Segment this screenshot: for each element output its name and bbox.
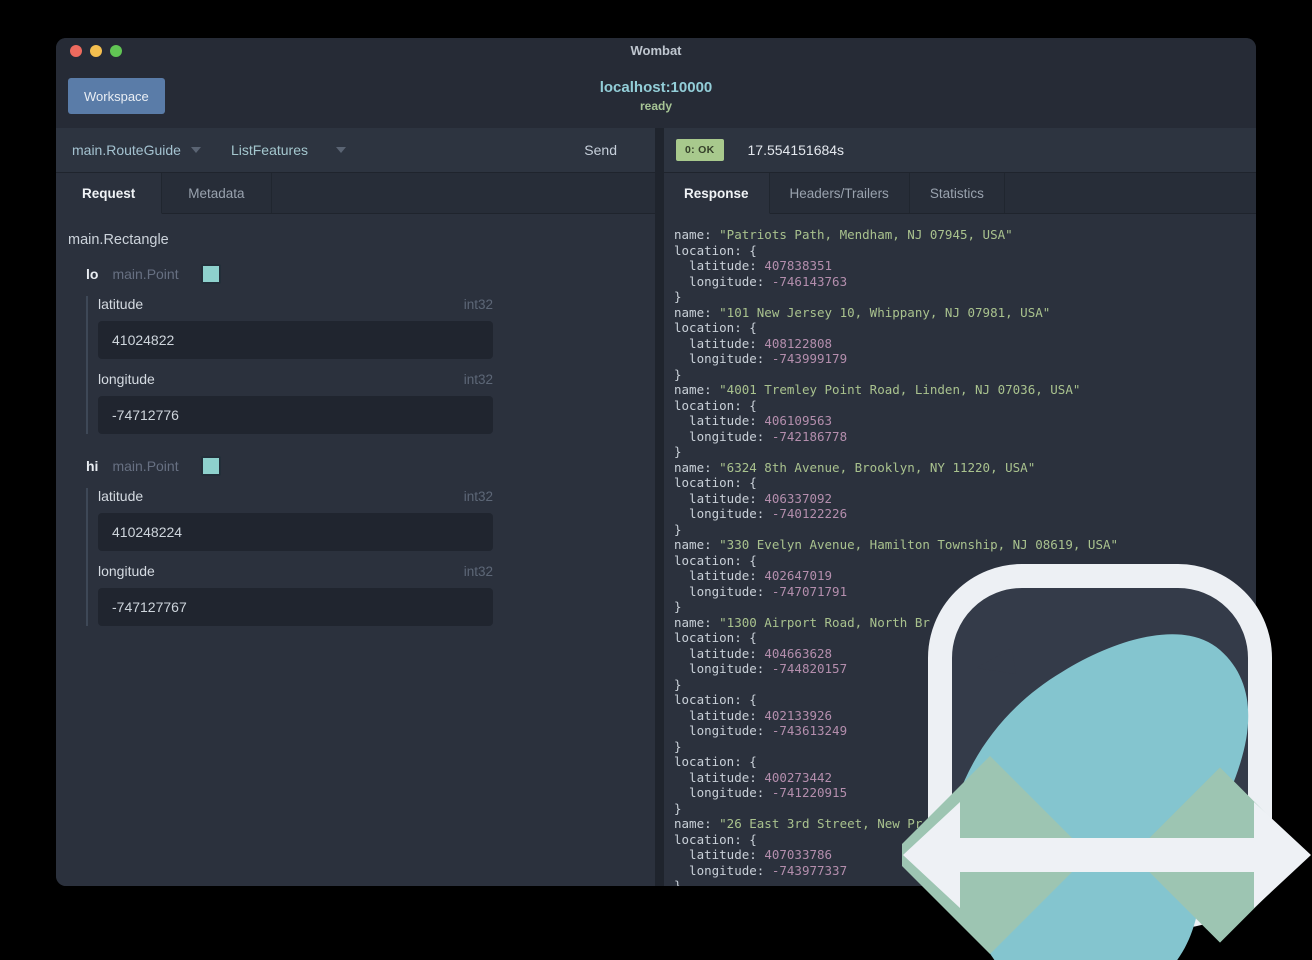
send-button[interactable]: Send (582, 138, 619, 162)
screenshot-canvas: { "window": { "title": "Wombat" }, "head… (0, 0, 1312, 960)
request-toolbar: main.RouteGuide ListFeatures Send (56, 128, 655, 173)
group-fields: latitude int32 longitude int32 (86, 296, 655, 434)
response-line: location: { (674, 475, 757, 490)
server-address: localhost:10000 (599, 79, 713, 96)
response-line: name: "Patriots Path, Mendham, NJ 07945,… (674, 227, 1013, 242)
response-line: longitude: -746143763 (674, 273, 848, 289)
field-label-row: latitude int32 (98, 296, 493, 312)
field-groups: lomain.Pointlatitudeint32longitudeint32h… (68, 264, 655, 626)
field-type-label: int32 (463, 564, 493, 579)
group-enabled-checkbox[interactable] (200, 456, 221, 476)
titlebar: Wombat (56, 38, 1256, 64)
response-line: name: "6324 8th Avenue, Brooklyn, NY 112… (674, 459, 1036, 475)
response-line: } (674, 289, 682, 304)
status-badge: 0: OK (676, 139, 724, 161)
field-type-label: int32 (463, 372, 493, 387)
response-line: } (674, 366, 682, 382)
response-line: latitude: 408122808 (674, 335, 833, 351)
field-input-lo-latitude[interactable] (98, 321, 493, 359)
field-label: latitude (98, 488, 144, 504)
group-enabled-checkbox[interactable] (200, 264, 221, 284)
field-label-row: longitude int32 (98, 371, 493, 387)
response-line: name: "101 New Jersey 10, Whippany, NJ 0… (674, 304, 1051, 320)
field-label: longitude (98, 563, 155, 579)
group-header: hi main.Point (86, 456, 655, 476)
method-selector[interactable]: ListFeatures (231, 142, 346, 158)
request-content: main.Rectangle lo main.Point latitude int32… (56, 214, 655, 886)
service-selector-label: main.RouteGuide (72, 142, 181, 158)
tab-statistics[interactable]: Statistics (910, 173, 1005, 213)
response-line: latitude: 406337092 (674, 490, 833, 506)
response-tabs: Response Headers/Trailers Statistics (664, 173, 1256, 214)
window-title: Wombat (630, 43, 682, 58)
response-line: name: "330 Evelyn Avenue, Hamilton Towns… (674, 537, 1119, 552)
group-field-name: hi (86, 458, 99, 474)
server-status: ready (639, 99, 673, 113)
field-group-lo: lo main.Point latitude int32 longitude int32 (86, 264, 655, 434)
tab-response[interactable]: Response (664, 173, 770, 214)
call-duration: 17.554151684s (747, 142, 845, 158)
group-field-type: main.Point (112, 266, 179, 282)
response-toolbar: 0: OK 17.554151684s (664, 128, 1256, 173)
group-fields: latitude int32 longitude int32 (86, 488, 655, 626)
message-type-label: main.Rectangle (68, 232, 169, 248)
request-pane: main.RouteGuide ListFeatures Send Reques… (56, 128, 655, 886)
group-field-type: main.Point (112, 458, 179, 474)
service-selector[interactable]: main.RouteGuide (72, 142, 201, 158)
field-input-hi-longitude[interactable] (98, 588, 493, 626)
chevron-down-icon (336, 147, 346, 153)
field-type-label: int32 (463, 297, 493, 312)
response-line: location: { (674, 397, 757, 413)
chevron-down-icon (190, 147, 201, 153)
server-block: localhost:10000 ready (56, 64, 1256, 128)
field-label: latitude (98, 296, 144, 312)
response-line: longitude: -742186778 (674, 428, 848, 444)
field-label: longitude (98, 371, 155, 387)
group-header: lo main.Point (86, 264, 655, 284)
header: Workspace localhost:10000 ready (56, 64, 1256, 128)
request-form: main.Rectangle lo main.Point latitude int32… (56, 214, 655, 626)
response-line: } (674, 444, 682, 459)
response-line: } (674, 521, 682, 537)
response-line: latitude: 407838351 (674, 258, 833, 273)
tab-request[interactable]: Request (56, 173, 163, 214)
field-group-hi: hi main.Point latitude int32 longitude int32 (86, 456, 655, 626)
field-input-lo-longitude[interactable] (98, 396, 493, 434)
response-line: location: { (674, 320, 757, 335)
field-type-label: int32 (463, 489, 493, 504)
response-line: location: { (674, 242, 757, 258)
response-line: latitude: 406109563 (674, 413, 833, 428)
pane-divider[interactable] (655, 128, 664, 886)
response-line: longitude: -743999179 (674, 351, 848, 366)
request-tabs: Request Metadata (56, 173, 655, 214)
field-label-row: longitude int32 (98, 563, 493, 579)
group-field-name: lo (86, 266, 99, 282)
method-selector-label: ListFeatures (230, 142, 308, 158)
wombat-logo-watermark (902, 564, 1311, 960)
response-line: name: "4001 Tremley Point Road, Linden, … (674, 382, 1081, 397)
field-label-row: latitude int32 (98, 488, 493, 504)
tab-metadata[interactable]: Metadata (162, 173, 272, 213)
tab-headers-trailers[interactable]: Headers/Trailers (770, 173, 910, 213)
field-input-hi-latitude[interactable] (98, 513, 493, 551)
response-line: longitude: -740122226 (674, 506, 848, 521)
